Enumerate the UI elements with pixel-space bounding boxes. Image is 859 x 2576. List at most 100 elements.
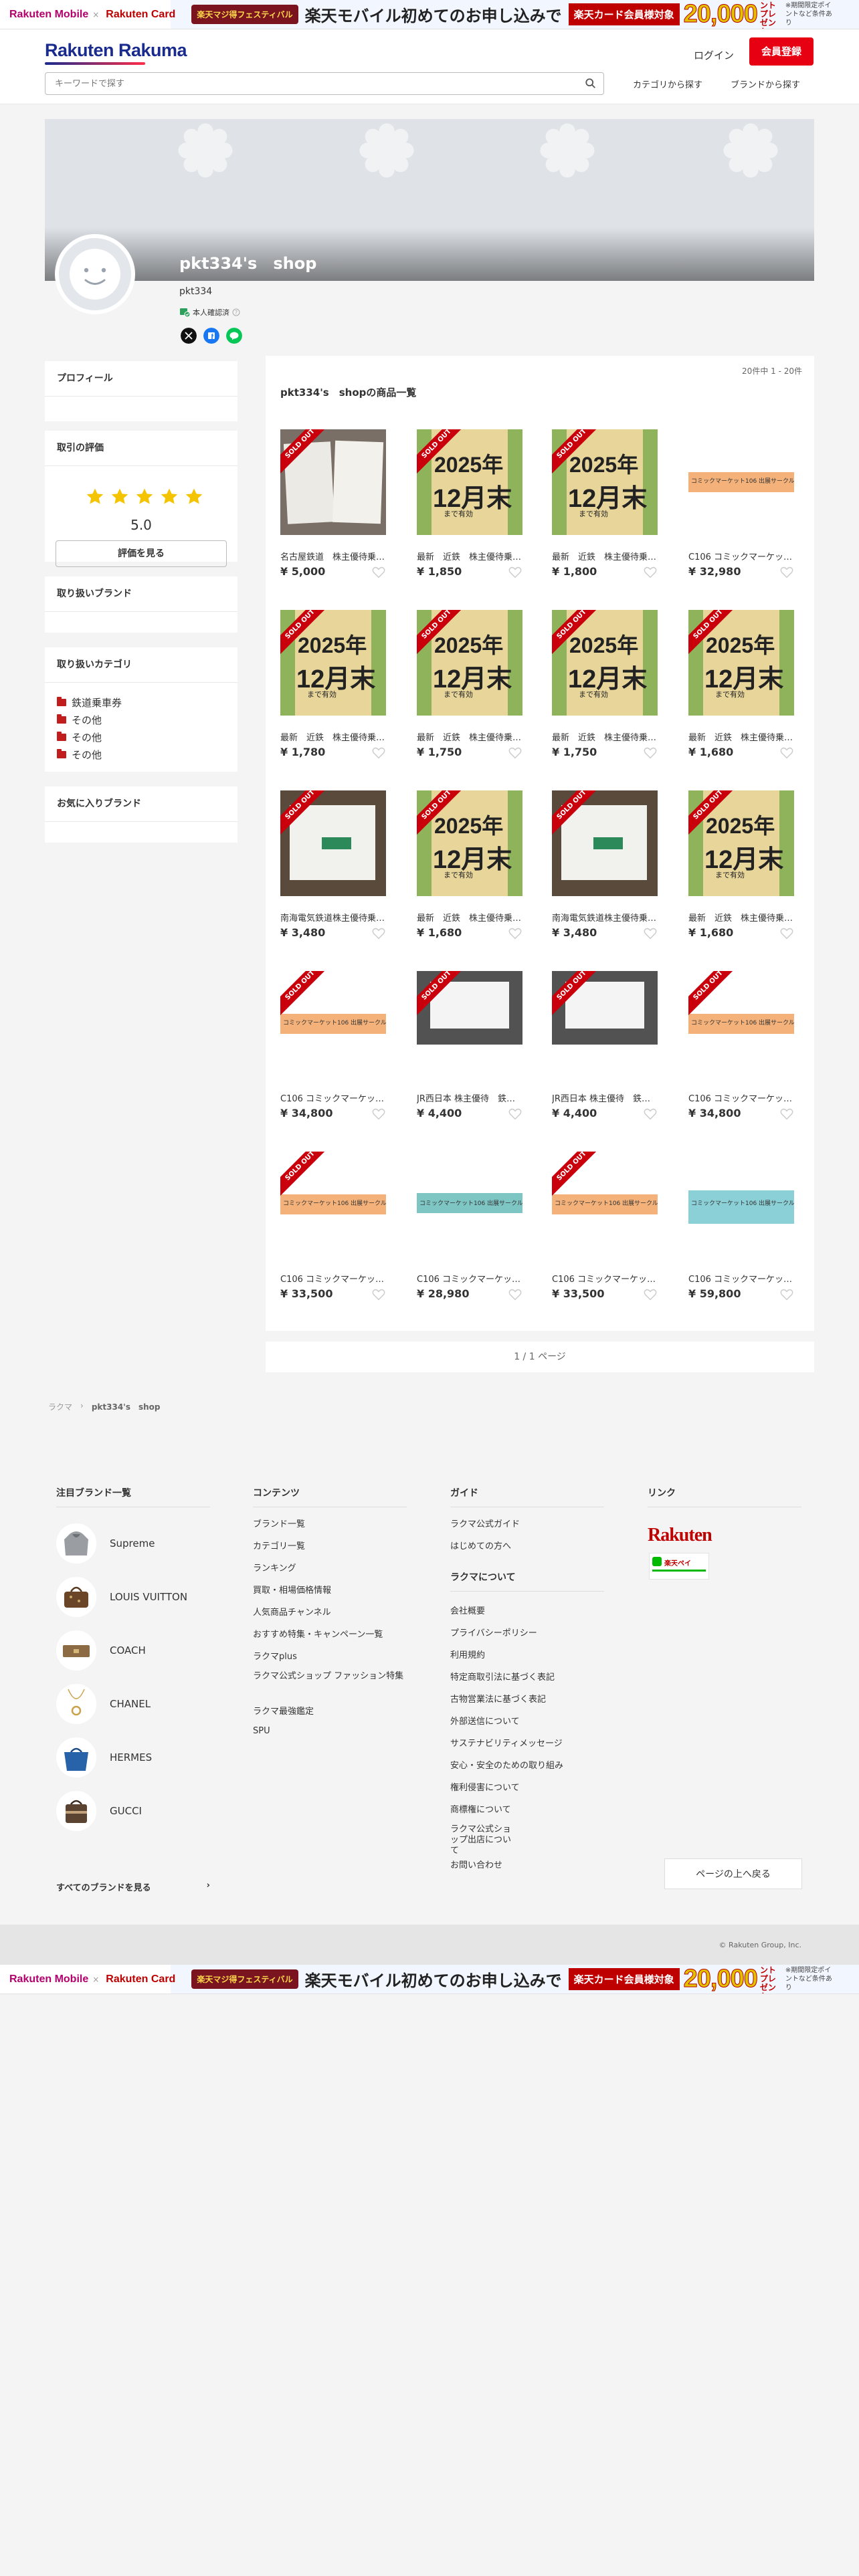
- product-image[interactable]: 2025年 12月末 まで有効 SOLD OUT: [552, 610, 658, 716]
- product-card[interactable]: SOLD OUT 南海電気鉄道株主優待乗車証 ¥ 3,480: [272, 790, 386, 951]
- product-card[interactable]: SOLD OUT 南海電気鉄道株主優待乗車証 ¥ 3,480: [544, 790, 658, 951]
- product-card[interactable]: 2025年 12月末 まで有効 SOLD OUT 最新 近鉄 株主優待乗車券 ¥ 1,80…: [544, 429, 658, 590]
- footer-link[interactable]: 古物営業法に基づく表記: [450, 1692, 546, 1705]
- product-name[interactable]: 最新 近鉄 株主優待乗車券: [688, 730, 794, 743]
- footer-brand-item[interactable]: COACH: [56, 1630, 146, 1671]
- footer-link[interactable]: 権利侵害について: [450, 1780, 520, 1793]
- footer-link[interactable]: おすすめ特集・キャンペーン一覧: [253, 1627, 383, 1640]
- heart-icon[interactable]: [371, 926, 386, 941]
- product-image[interactable]: 2025年 12月末 まで有効 SOLD OUT: [417, 429, 522, 535]
- heart-icon[interactable]: [508, 1107, 522, 1121]
- heart-icon[interactable]: [508, 1287, 522, 1302]
- footer-link[interactable]: 商標権について: [450, 1802, 511, 1815]
- help-icon[interactable]: ?: [232, 308, 240, 316]
- product-name[interactable]: 最新 近鉄 株主優待乗車券: [552, 550, 658, 562]
- heart-icon[interactable]: [643, 746, 658, 760]
- heart-icon[interactable]: [643, 1107, 658, 1121]
- heart-icon[interactable]: [779, 926, 794, 941]
- product-name[interactable]: 最新 近鉄 株主優待乗車券: [552, 730, 658, 743]
- product-card[interactable]: SOLD OUT 名古屋鉄道 株主優待乗車証 ¥ 5,000: [272, 429, 386, 590]
- rakuten-logo[interactable]: Rakuten: [648, 1525, 712, 1546]
- product-image[interactable]: 2025年 12月末 まで有効 SOLD OUT: [417, 610, 522, 716]
- footer-brand-item[interactable]: LOUIS VUITTON: [56, 1577, 187, 1617]
- category-item[interactable]: その他: [57, 713, 102, 727]
- product-name[interactable]: JR西日本 株主優待 鉄道割引券: [552, 1091, 658, 1104]
- heart-icon[interactable]: [643, 565, 658, 580]
- heart-icon[interactable]: [508, 746, 522, 760]
- product-card[interactable]: 2025年 12月末 まで有効 SOLD OUT 最新 近鉄 株主優待乗車券 ¥ 1,68…: [680, 610, 794, 770]
- register-button[interactable]: 会員登録: [749, 37, 814, 66]
- product-card[interactable]: コミックマーケット106 出展サークル C106 コミックマーケット 入場券 ¥ 5…: [680, 1152, 794, 1312]
- footer-link[interactable]: ブランド一覧: [253, 1517, 305, 1529]
- promo-banner-bottom[interactable]: Rakuten Mobile × Rakuten Card 楽天マジ得フェスティ…: [0, 1965, 859, 1994]
- footer-link[interactable]: ラクマ公式ショップ出店について: [450, 1824, 517, 1856]
- facebook-share-icon[interactable]: [203, 328, 219, 344]
- footer-link[interactable]: カテゴリ一覧: [253, 1539, 305, 1551]
- footer-link[interactable]: SPU: [253, 1726, 270, 1736]
- product-card[interactable]: コミックマーケット106 出展サークル SOLD OUT C106 コミックマーケッ…: [544, 1152, 658, 1312]
- category-item[interactable]: その他: [57, 730, 102, 744]
- product-name[interactable]: 最新 近鉄 株主優待乗車券: [688, 911, 794, 924]
- login-link[interactable]: ログイン: [689, 44, 739, 67]
- footer-brand-item[interactable]: HERMES: [56, 1737, 152, 1778]
- product-image[interactable]: コミックマーケット106 出展サークル SOLD OUT: [280, 971, 386, 1077]
- footer-link[interactable]: ランキング: [253, 1561, 296, 1574]
- heart-icon[interactable]: [779, 1107, 794, 1121]
- heart-icon[interactable]: [643, 926, 658, 941]
- product-image[interactable]: コミックマーケット106 出展サークル: [417, 1152, 522, 1257]
- nav-category-link[interactable]: カテゴリから探す: [633, 78, 702, 90]
- heart-icon[interactable]: [779, 565, 794, 580]
- product-name[interactable]: C106 コミックマーケット 入場券: [280, 1091, 386, 1104]
- footer-brand-item[interactable]: Supreme: [56, 1523, 155, 1564]
- footer-link[interactable]: 人気商品チャンネル: [253, 1605, 331, 1618]
- product-card[interactable]: 2025年 12月末 まで有効 SOLD OUT 最新 近鉄 株主優待乗車券 ¥ 1,68…: [409, 790, 522, 951]
- product-name[interactable]: 名古屋鉄道 株主優待乗車証: [280, 550, 386, 562]
- product-name[interactable]: C106 コミックマーケット 入場券: [280, 1272, 386, 1285]
- product-card[interactable]: コミックマーケット106 出展サークル C106 コミックマーケット 入場券 ¥ 2…: [409, 1152, 522, 1312]
- product-card[interactable]: 2025年 12月末 まで有効 SOLD OUT 最新 近鉄 株主優待乗車券 ¥ 1,85…: [409, 429, 522, 590]
- product-image[interactable]: コミックマーケット106 出展サークル SOLD OUT: [552, 1152, 658, 1257]
- product-name[interactable]: C106 コミックマーケット 入場券: [688, 1272, 794, 1285]
- product-image[interactable]: 2025年 12月末 まで有効 SOLD OUT: [688, 610, 794, 716]
- footer-link[interactable]: 買取・相場価格情報: [253, 1583, 331, 1596]
- search-icon[interactable]: [585, 78, 597, 90]
- product-image[interactable]: SOLD OUT: [280, 790, 386, 896]
- all-brands-link[interactable]: すべてのブランドを見る ›: [56, 1881, 210, 1893]
- product-card[interactable]: 2025年 12月末 まで有効 SOLD OUT 最新 近鉄 株主優待乗車券 ¥ 1,75…: [544, 610, 658, 770]
- heart-icon[interactable]: [643, 1287, 658, 1302]
- product-image[interactable]: SOLD OUT: [280, 429, 386, 535]
- heart-icon[interactable]: [508, 926, 522, 941]
- product-card[interactable]: 2025年 12月末 まで有効 SOLD OUT 最新 近鉄 株主優待乗車券 ¥ 1,68…: [680, 790, 794, 951]
- product-card[interactable]: コミックマーケット106 出展サークル C106 コミックマーケット 入場券 ¥ 3…: [680, 429, 794, 590]
- heart-icon[interactable]: [779, 1287, 794, 1302]
- footer-link[interactable]: ラクマplus: [253, 1649, 297, 1662]
- heart-icon[interactable]: [371, 746, 386, 760]
- heart-icon[interactable]: [371, 1287, 386, 1302]
- footer-link[interactable]: プライバシーポリシー: [450, 1626, 537, 1638]
- pagination[interactable]: 1 / 1 ページ: [266, 1341, 814, 1372]
- product-card[interactable]: コミックマーケット106 出展サークル SOLD OUT C106 コミックマーケッ…: [272, 971, 386, 1132]
- footer-brand-item[interactable]: GUCCI: [56, 1791, 142, 1831]
- heart-icon[interactable]: [371, 1107, 386, 1121]
- promo-banner-top[interactable]: Rakuten Mobile × Rakuten Card 楽天マジ得フェスティ…: [0, 0, 859, 29]
- product-image[interactable]: SOLD OUT: [552, 790, 658, 896]
- footer-link[interactable]: 安心・安全のための取り組み: [450, 1758, 563, 1771]
- profile-title[interactable]: プロフィール: [45, 361, 237, 397]
- product-name[interactable]: C106 コミックマーケット 入場券: [688, 1091, 794, 1104]
- product-image[interactable]: コミックマーケット106 出展サークル SOLD OUT: [280, 1152, 386, 1257]
- footer-link[interactable]: 外部送信について: [450, 1714, 520, 1727]
- heart-icon[interactable]: [371, 565, 386, 580]
- product-name[interactable]: JR西日本 株主優待 鉄道割引券: [417, 1091, 522, 1104]
- product-name[interactable]: C106 コミックマーケット 入場券: [552, 1272, 658, 1285]
- footer-link[interactable]: ラクマ最強鑑定: [253, 1704, 314, 1717]
- breadcrumb-home[interactable]: ラクマ: [48, 1401, 72, 1412]
- product-name[interactable]: C106 コミックマーケット 入場券: [417, 1272, 522, 1285]
- product-name[interactable]: 最新 近鉄 株主優待乗車券: [417, 730, 522, 743]
- product-image[interactable]: SOLD OUT: [552, 971, 658, 1077]
- product-name[interactable]: 最新 近鉄 株主優待乗車券: [417, 911, 522, 924]
- product-image[interactable]: 2025年 12月末 まで有効 SOLD OUT: [280, 610, 386, 716]
- product-name[interactable]: 最新 近鉄 株主優待乗車券: [417, 550, 522, 562]
- product-card[interactable]: 2025年 12月末 まで有効 SOLD OUT 最新 近鉄 株主優待乗車券 ¥ 1,75…: [409, 610, 522, 770]
- footer-link[interactable]: ラクマ公式ガイド: [450, 1517, 520, 1529]
- footer-link[interactable]: お問い合わせ: [450, 1858, 502, 1870]
